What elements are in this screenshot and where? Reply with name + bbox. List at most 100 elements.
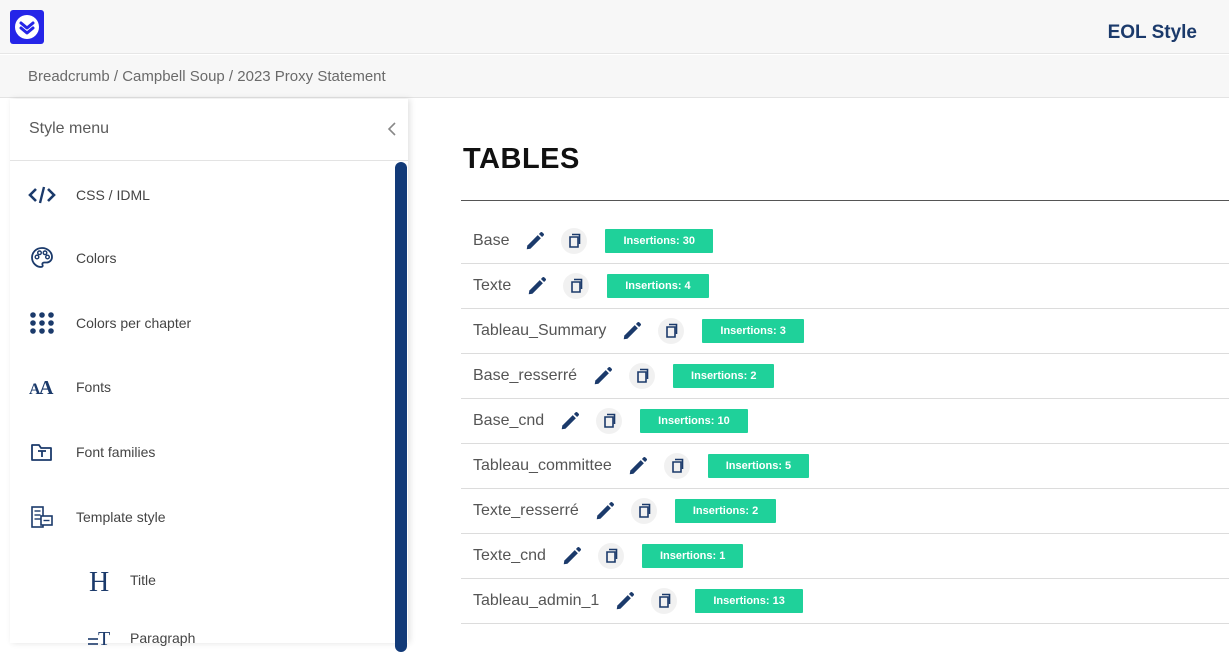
pencil-icon <box>527 231 545 250</box>
copy-icon <box>639 503 651 518</box>
edit-style-button[interactable] <box>558 409 582 433</box>
sidebar-scrollbar-thumb[interactable] <box>395 162 407 652</box>
table-row: Base_resserré Insertions: 2 <box>461 354 1229 399</box>
insertions-badge: Insertions: 10 <box>640 409 748 433</box>
heading-icon: H <box>86 565 114 595</box>
duplicate-style-button[interactable] <box>651 588 678 614</box>
sidebar-title: Style menu <box>29 120 110 137</box>
chevron-left-icon <box>387 122 396 136</box>
sidebar-item-label: Font families <box>76 444 156 460</box>
paragraph-icon: T <box>86 623 114 653</box>
edit-style-button[interactable] <box>591 364 615 388</box>
sidebar-item-fonts[interactable]: A A Fonts <box>10 367 390 407</box>
font-size-icon: A A <box>28 373 56 401</box>
app-logo[interactable] <box>10 10 44 44</box>
pencil-icon <box>596 501 614 520</box>
pencil-icon <box>617 591 635 610</box>
breadcrumb[interactable]: Breadcrumb / Campbell Soup / 2023 Proxy … <box>28 68 386 85</box>
duplicate-style-button[interactable] <box>658 318 685 344</box>
sidebar-item-label: Fonts <box>76 379 112 395</box>
svg-text:A: A <box>39 377 54 398</box>
sidebar-subitem-label: Paragraph <box>130 630 196 646</box>
pencil-icon <box>624 321 642 340</box>
copy-icon <box>659 593 671 608</box>
breadcrumb-bar: Breadcrumb / Campbell Soup / 2023 Proxy … <box>0 55 1229 98</box>
copy-icon <box>606 548 618 563</box>
style-name: Texte_cnd <box>473 547 546 564</box>
sidebar-subitem-paragraph[interactable]: T Paragraph <box>10 618 390 658</box>
sidebar-item-colors-per-chapter[interactable]: Colors per chapter <box>10 303 390 343</box>
style-name: Texte_resserré <box>473 502 579 519</box>
top-bar: EOL Style <box>0 0 1229 54</box>
edit-style-button[interactable] <box>626 454 650 478</box>
edit-style-button[interactable] <box>523 229 547 253</box>
table-row: Tableau_Summary Insertions: 3 <box>461 309 1229 354</box>
pencil-icon <box>594 366 613 385</box>
copy-icon <box>569 233 581 248</box>
table-row: Tableau_committee Insertions: 5 <box>461 444 1229 489</box>
sidebar-header: Style menu <box>10 99 408 161</box>
style-name: Texte <box>473 277 512 294</box>
duplicate-style-button[interactable] <box>663 453 690 479</box>
insertions-badge: Insertions: 1 <box>641 544 744 568</box>
sidebar-item-template-style[interactable]: Template style <box>10 497 390 537</box>
sidebar-item-label: Colors per chapter <box>76 315 192 331</box>
edit-style-button[interactable] <box>613 589 637 613</box>
style-name: Tableau_Summary <box>473 322 607 339</box>
style-name: Tableau_admin_1 <box>473 592 600 609</box>
style-name: Base_resserré <box>473 367 578 384</box>
pencil-icon <box>629 456 647 475</box>
copy-icon <box>604 413 616 428</box>
pencil-icon <box>529 276 547 295</box>
dots-grid-icon <box>28 309 56 337</box>
insertions-badge: Insertions: 2 <box>674 499 777 523</box>
app-title: EOL Style <box>1107 22 1197 43</box>
code-icon <box>28 181 56 209</box>
palette-icon <box>28 244 56 272</box>
insertions-badge: Insertions: 30 <box>605 229 713 253</box>
edit-style-button[interactable] <box>593 499 617 523</box>
duplicate-style-button[interactable] <box>596 408 623 434</box>
sidebar-subitem-title[interactable]: H Title <box>10 560 390 600</box>
pencil-icon <box>563 546 581 565</box>
sidebar-item-label: Colors <box>76 250 117 266</box>
insertions-badge: Insertions: 4 <box>607 274 709 298</box>
duplicate-style-button[interactable] <box>597 543 624 569</box>
copy-icon <box>571 278 583 293</box>
table-row: Texte_resserré Insertions: 2 <box>461 489 1229 534</box>
insertions-badge: Insertions: 2 <box>673 364 775 388</box>
edit-style-button[interactable] <box>620 319 644 343</box>
duplicate-style-button[interactable] <box>563 273 590 299</box>
title-divider <box>461 200 1229 201</box>
table-row: Tableau_admin_1 Insertions: 13 <box>461 579 1229 624</box>
sidebar-item-font-families[interactable]: Font families <box>10 432 390 472</box>
table-row: Base_cnd Insertions: 10 <box>461 399 1229 444</box>
svg-text:H: H <box>89 567 109 594</box>
edit-style-button[interactable] <box>525 274 549 298</box>
template-icon <box>28 503 56 531</box>
insertions-badge: Insertions: 3 <box>702 319 804 343</box>
style-name: Tableau_committee <box>473 457 612 474</box>
edit-style-button[interactable] <box>560 544 584 568</box>
sidebar-subitem-label: Title <box>130 572 156 588</box>
style-menu-sidebar: Style menu CSS / IDML Colors Colors per … <box>10 99 408 652</box>
page-title: TABLES <box>463 143 580 175</box>
style-name: Base_cnd <box>473 412 545 429</box>
pencil-icon <box>561 411 580 430</box>
sidebar-item-colors[interactable]: Colors <box>10 238 390 278</box>
style-name: Base <box>473 232 510 249</box>
logo-chevron-icon <box>15 15 39 39</box>
sidebar-item-css-idml[interactable]: CSS / IDML <box>10 175 390 215</box>
table-row: Texte Insertions: 4 <box>461 264 1229 309</box>
collapse-sidebar-button[interactable] <box>384 119 400 139</box>
table-row: Base Insertions: 30 <box>461 219 1229 264</box>
sidebar-item-label: CSS / IDML <box>76 187 150 203</box>
insertions-badge: Insertions: 5 <box>707 454 810 478</box>
duplicate-style-button[interactable] <box>629 363 656 389</box>
table-row: Texte_cnd Insertions: 1 <box>461 534 1229 579</box>
svg-text:T: T <box>98 628 110 650</box>
copy-icon <box>637 368 649 383</box>
duplicate-style-button[interactable] <box>630 498 657 524</box>
insertions-badge: Insertions: 13 <box>695 589 803 613</box>
duplicate-style-button[interactable] <box>561 228 588 254</box>
